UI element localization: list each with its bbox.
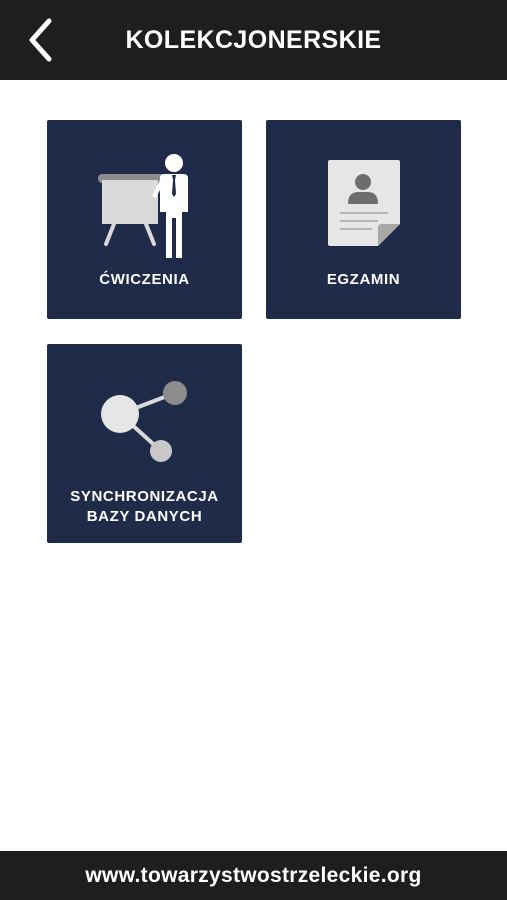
- back-button[interactable]: [14, 12, 70, 68]
- tile-exam[interactable]: EGZAMIN: [266, 120, 461, 319]
- app-screen: KOLEKCJONERSKIE ĆWICZENIA EGZAMIN SYNCHR…: [0, 0, 507, 900]
- tile-exercises[interactable]: ĆWICZENIA: [47, 120, 242, 319]
- share-nodes-icon: [100, 381, 187, 462]
- tile-sync-database-label: SYNCHRONIZACJA BAZY DANYCH: [70, 488, 219, 525]
- website-link[interactable]: www.towarzystwostrzeleckie.org: [0, 851, 507, 900]
- tile-exam-label: EGZAMIN: [326, 271, 401, 288]
- tile-exercises-label: ĆWICZENIA: [99, 271, 190, 288]
- page-title: KOLEKCJONERSKIE: [125, 26, 382, 54]
- top-bar: KOLEKCJONERSKIE: [0, 0, 507, 80]
- chevron-left-icon: [29, 18, 52, 62]
- tile-sync-database[interactable]: SYNCHRONIZACJA BAZY DANYCH: [47, 344, 242, 543]
- menu-grid: ĆWICZENIA EGZAMIN SYNCHRONIZACJA BAZY DA…: [0, 80, 507, 851]
- document-person-icon: [327, 160, 400, 246]
- presentation-board-icon: [97, 154, 188, 258]
